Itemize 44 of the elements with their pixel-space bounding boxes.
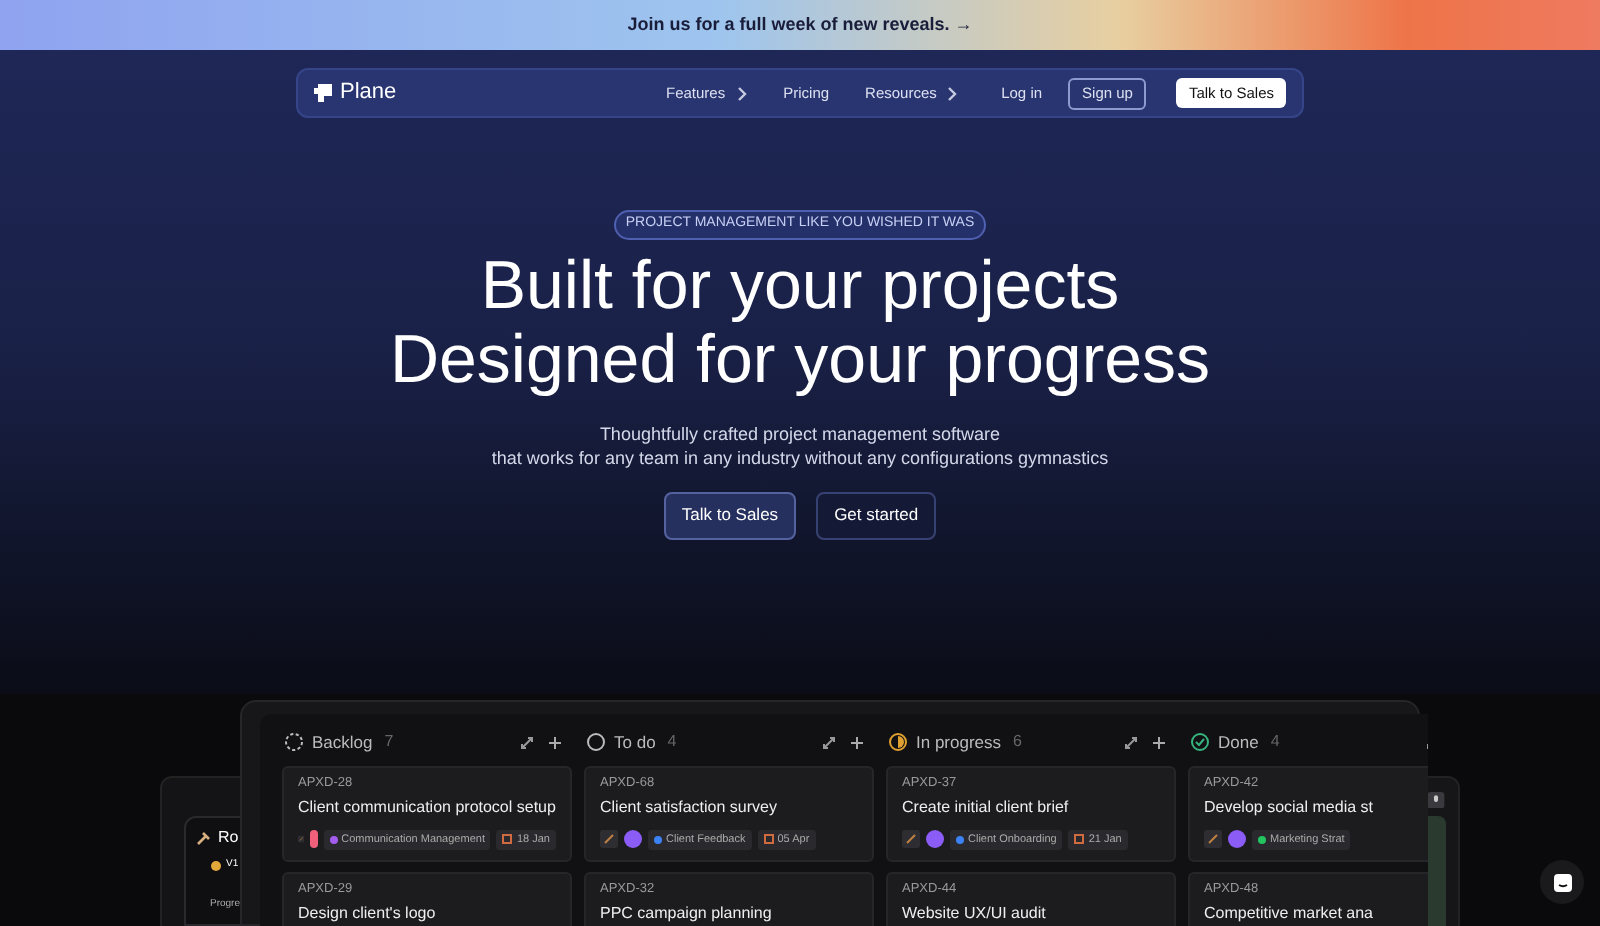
hammer-icon xyxy=(196,830,212,846)
hero-headline: Designed for your progress xyxy=(389,323,1211,397)
priority-icon[interactable] xyxy=(1204,830,1222,849)
announcement-link[interactable]: Join us for a full week of new reveals. → xyxy=(627,11,973,39)
issue-title: Competitive market ana xyxy=(1204,903,1375,924)
hero-headline: Built for your projects xyxy=(480,249,1120,323)
plus-icon[interactable] xyxy=(548,735,562,750)
calendar-icon xyxy=(502,834,513,845)
calendar-icon xyxy=(1074,834,1085,845)
expand-icon[interactable] xyxy=(520,735,534,750)
column-title: To do xyxy=(614,730,656,756)
issue-title: Website UX/UI audit xyxy=(902,903,1048,924)
hero-subtitle: that works for any team in any industry without any configurations gymnastics xyxy=(491,445,1109,469)
talk-to-sales-button[interactable]: Talk to Sales xyxy=(663,491,797,539)
column-title: Backlog xyxy=(312,730,373,756)
expand-icon[interactable] xyxy=(1124,735,1138,750)
issue-title: Design client's logo xyxy=(298,903,438,924)
calendar-icon xyxy=(763,834,774,845)
issue-title: Client satisfaction survey xyxy=(600,797,779,818)
issue-title: Develop social media st xyxy=(1204,797,1375,818)
issue-title: Create initial client brief xyxy=(902,797,1071,818)
column-count: 6 xyxy=(1013,730,1022,755)
plus-icon[interactable] xyxy=(850,735,864,750)
column-count: 4 xyxy=(1270,730,1280,755)
window-title: Ro xyxy=(218,826,239,850)
issue-title: Client communication protocol setup xyxy=(298,797,556,818)
column-count: 4 xyxy=(667,730,677,755)
column-title: In progress xyxy=(916,730,1002,756)
chat-button[interactable] xyxy=(1540,860,1584,904)
circle-icon xyxy=(586,732,606,753)
logo-text[interactable]: Plane xyxy=(340,76,397,110)
get-started-button[interactable]: Get started xyxy=(816,491,937,539)
issue-title: PPC campaign planning xyxy=(600,903,774,924)
expand-icon[interactable] xyxy=(822,735,836,750)
check-circle-icon xyxy=(1190,732,1210,753)
priority-icon[interactable] xyxy=(600,830,618,849)
hero-subtitle: Thoughtfully crafted project management software xyxy=(599,421,1001,445)
column-title: Done xyxy=(1218,730,1259,756)
logo-icon[interactable] xyxy=(314,84,332,102)
plus-icon[interactable] xyxy=(1152,735,1166,750)
priority-icon[interactable] xyxy=(902,830,920,849)
chat-icon xyxy=(1553,873,1571,891)
column-count: 7 xyxy=(384,730,394,755)
dashed-circle-icon xyxy=(284,732,304,753)
